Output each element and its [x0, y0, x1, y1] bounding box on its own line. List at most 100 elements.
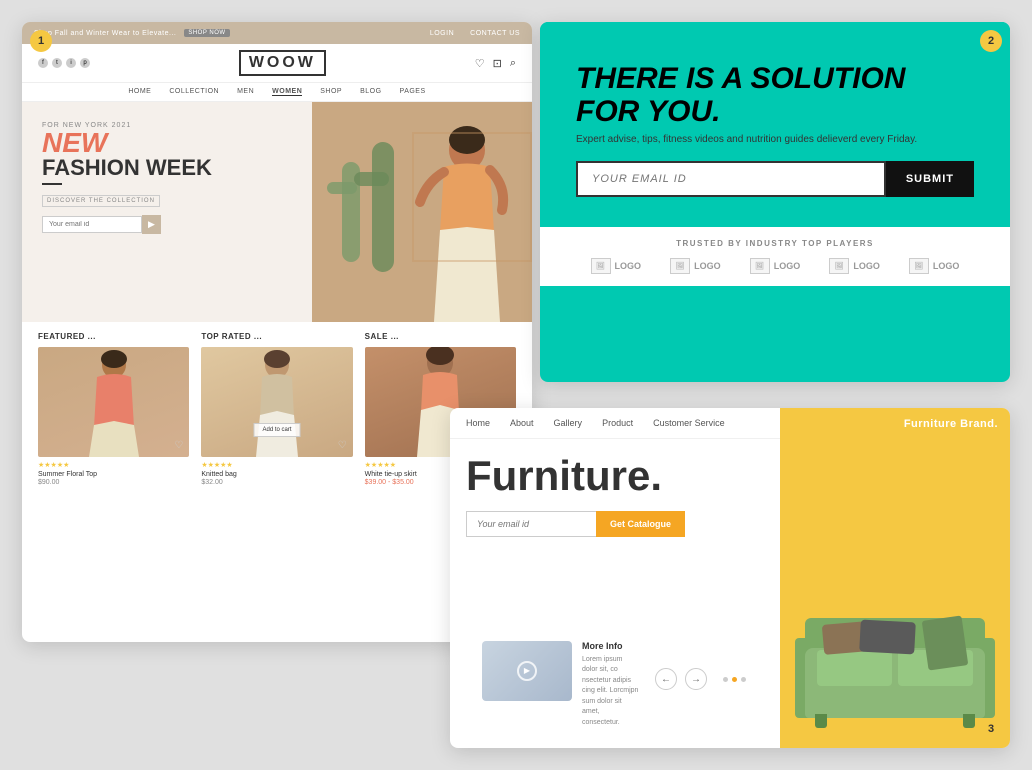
c3-sofa: [795, 598, 995, 728]
card2-newsletter: 2 THERE IS A SOLUTION FOR YOU. Expert ad…: [540, 22, 1010, 382]
c3-prev-btn[interactable]: ←: [655, 668, 677, 690]
card3-right-panel: Furniture Brand.: [780, 408, 1010, 748]
hero-email-row: ▶: [42, 215, 212, 234]
cart-icon[interactable]: ⊡: [493, 57, 502, 70]
featured-product-price: $90.00: [38, 479, 189, 486]
furniture-headline: Furniture.: [466, 455, 764, 497]
card3-furniture: 3 Home About Gallery Product Customer Se…: [450, 408, 1010, 748]
logo-label-4: LOGO: [853, 261, 880, 271]
card1-nav: HOME COLLECTION MEN WOMEN SHOP BLOG PAGE…: [22, 82, 532, 102]
card2-logos-row: 🖼 LOGO 🖼 LOGO 🖼 LOGO 🖼 LOGO 🖼 LOG: [576, 258, 974, 274]
wishlist-icon[interactable]: ♡: [475, 57, 485, 70]
logo-item-1: 🖼 LOGO: [591, 258, 642, 274]
card2-submit-btn[interactable]: SUBMIT: [886, 161, 974, 197]
card2-badge: 2: [980, 30, 1002, 52]
c3-nav-customer[interactable]: Customer Service: [653, 418, 725, 428]
featured-product-person: [38, 347, 189, 457]
nav-home[interactable]: HOME: [128, 88, 151, 96]
card2-bottom-section: TRUSTED BY INDUSTRY TOP PLAYERS 🖼 LOGO 🖼…: [540, 227, 1010, 286]
hero-image: [312, 102, 532, 322]
c3-more-info-text: Lorem ipsum dolor sit, co nsectetur adip…: [582, 655, 639, 729]
hero-border-frame: [412, 132, 532, 262]
featured-product-name: Summer Floral Top: [38, 471, 189, 478]
card3-bottom-row: ▶ More Info Lorem ipsum dolor sit, co ns…: [450, 631, 780, 749]
hero-discover[interactable]: DISCOVER THE COLLECTION: [42, 195, 160, 207]
featured-stars: ★★★★★: [38, 461, 189, 469]
card2-subtext: Expert advise, tips, fitness videos and …: [576, 134, 974, 145]
top-rated-product-img: Add to cart ♡: [201, 347, 352, 457]
top-rated-label: TOP RATED ...: [201, 332, 352, 341]
nav-men[interactable]: MEN: [237, 88, 254, 96]
c3-more-info-title: More Info: [582, 641, 639, 651]
nav-blog[interactable]: BLOG: [360, 88, 381, 96]
featured-wishlist-icon[interactable]: ♡: [174, 440, 183, 451]
nav-pages[interactable]: PAGES: [400, 88, 426, 96]
c3-nav-gallery[interactable]: Gallery: [554, 418, 583, 428]
twitter-icon[interactable]: t: [52, 58, 62, 68]
nav-shop[interactable]: SHOP: [320, 88, 342, 96]
c3-sofa-container: [792, 430, 998, 738]
card3-main-layout: Home About Gallery Product Customer Serv…: [450, 408, 1010, 748]
c3-more-info: More Info Lorem ipsum dolor sit, co nsec…: [582, 641, 639, 729]
card3-nav: Home About Gallery Product Customer Serv…: [450, 408, 780, 439]
nav-women[interactable]: WOMEN: [272, 88, 302, 96]
logo-item-2: 🖼 LOGO: [670, 258, 721, 274]
logo[interactable]: WOOW: [239, 50, 326, 76]
top-rated-product-price: $32.00: [201, 479, 352, 486]
c3-brand-title: Furniture Brand.: [904, 418, 998, 430]
logo-icon-5: 🖼: [909, 258, 929, 274]
c3-nav-about[interactable]: About: [510, 418, 534, 428]
search-icon[interactable]: ⌕: [510, 57, 516, 70]
top-rated-column: TOP RATED ... Add to cart ♡: [201, 332, 352, 486]
logo-icon-2: 🖼: [670, 258, 690, 274]
logo-label-5: LOGO: [933, 261, 960, 271]
topbar-shop-btn[interactable]: SHOP NOW: [184, 29, 229, 37]
products-row: FEATURED ... ♡ ★★★★★ S: [38, 332, 516, 486]
hero-subscribe-btn[interactable]: ▶: [142, 215, 161, 234]
sofa-throw: [922, 615, 969, 670]
logo-item-5: 🖼 LOGO: [909, 258, 960, 274]
card2-email-input[interactable]: [576, 161, 886, 197]
instagram-icon[interactable]: i: [66, 58, 76, 68]
hero-text-block: For New York 2021 NEW FASHION WEEK DISCO…: [42, 122, 212, 234]
hero-divider: [42, 183, 62, 185]
c3-dot-3: [741, 677, 746, 682]
top-rated-wishlist-icon[interactable]: ♡: [338, 440, 347, 451]
header-icons: ♡ ⊡ ⌕: [475, 57, 516, 70]
logo-label-3: LOGO: [774, 261, 801, 271]
hero-email-input[interactable]: [42, 216, 142, 233]
pinterest-icon[interactable]: p: [80, 58, 90, 68]
c3-dot-1: [723, 677, 728, 682]
c3-nav-product[interactable]: Product: [602, 418, 633, 428]
featured-product-img: ♡: [38, 347, 189, 457]
c3-video-thumbnail[interactable]: ▶: [482, 641, 572, 701]
card3-form: Get Catalogue: [466, 511, 764, 537]
featured-label: FEATURED ...: [38, 332, 189, 341]
facebook-icon[interactable]: f: [38, 58, 48, 68]
sofa-leg-left: [815, 714, 827, 728]
sale-label: SALE ...: [365, 332, 516, 341]
top-rated-product-person: [201, 347, 352, 457]
c3-next-btn[interactable]: →: [685, 668, 707, 690]
featured-column: FEATURED ... ♡ ★★★★★ S: [38, 332, 189, 486]
topbar-login[interactable]: LOGIN: [430, 30, 454, 37]
c3-email-input[interactable]: [466, 511, 596, 537]
logo-icon-3: 🖼: [750, 258, 770, 274]
top-rated-product-name: Knitted bag: [201, 471, 352, 478]
top-rated-stars: ★★★★★: [201, 461, 352, 469]
card3-content: Furniture. Get Catalogue: [450, 439, 780, 631]
logo-item-3: 🖼 LOGO: [750, 258, 801, 274]
card3-badge: 3: [980, 718, 1002, 740]
top-rated-overlay[interactable]: Add to cart: [253, 423, 300, 437]
c3-nav-home[interactable]: Home: [466, 418, 490, 428]
card2-headline: THERE IS A SOLUTION FOR YOU.: [576, 62, 974, 128]
nav-collection[interactable]: COLLECTION: [169, 88, 219, 96]
c3-catalogue-btn[interactable]: Get Catalogue: [596, 511, 685, 537]
topbar-contact[interactable]: CONTACT US: [470, 30, 520, 37]
hero-title2: FASHION WEEK: [42, 157, 212, 179]
social-icons: f t i p: [38, 58, 90, 68]
c3-dot-2: [732, 677, 737, 682]
logo-label-2: LOGO: [694, 261, 721, 271]
c3-play-btn[interactable]: ▶: [517, 661, 537, 681]
card1-topbar: Shop Fall and Winter Wear to Elevate... …: [22, 22, 532, 44]
